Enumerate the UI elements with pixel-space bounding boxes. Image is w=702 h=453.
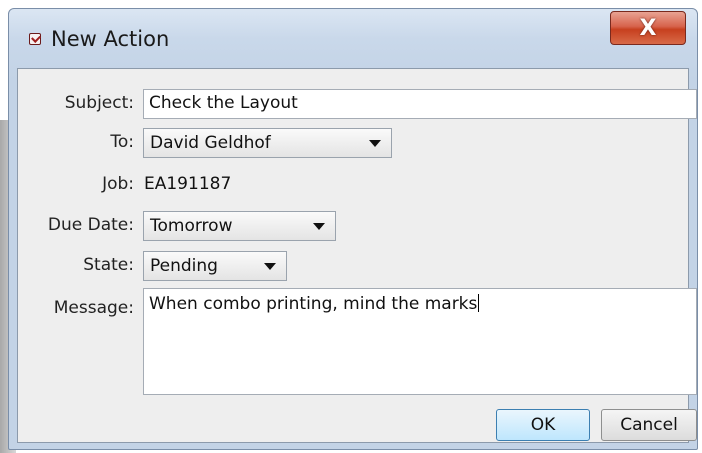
job-value: EA191187 — [144, 174, 232, 194]
to-dropdown[interactable]: David Geldhof — [143, 128, 392, 158]
chevron-down-icon — [313, 223, 325, 230]
cancel-button[interactable]: Cancel — [601, 409, 697, 441]
due-date-dropdown[interactable]: Tomorrow — [143, 211, 336, 241]
dialog-content: Subject: Check the Layout To: David Geld… — [17, 68, 697, 443]
chevron-down-icon — [264, 263, 276, 270]
ok-button[interactable]: OK — [496, 409, 590, 441]
state-selected-value: Pending — [150, 256, 218, 276]
checkbox-icon — [29, 33, 41, 45]
due-date-label: Due Date: — [47, 215, 134, 235]
subject-input[interactable]: Check the Layout — [143, 89, 697, 119]
state-dropdown[interactable]: Pending — [143, 251, 287, 281]
title-bar[interactable]: New Action X — [9, 9, 697, 69]
close-icon: X — [639, 15, 657, 41]
message-textarea[interactable]: When combo printing, mind the marks — [143, 288, 697, 395]
due-date-selected-value: Tomorrow — [150, 216, 233, 236]
new-action-dialog: New Action X Subject: Check the Layout T… — [8, 8, 698, 450]
chevron-down-icon — [369, 140, 381, 147]
message-text: When combo printing, mind the marks — [149, 294, 478, 314]
state-label: State: — [83, 255, 134, 275]
message-label: Message: — [53, 298, 134, 318]
text-cursor — [478, 294, 480, 312]
to-label: To: — [110, 132, 134, 152]
job-label: Job: — [102, 174, 134, 194]
window-title: New Action — [51, 27, 170, 51]
subject-label: Subject: — [64, 93, 134, 113]
to-selected-value: David Geldhof — [150, 133, 271, 153]
close-button[interactable]: X — [610, 11, 686, 45]
